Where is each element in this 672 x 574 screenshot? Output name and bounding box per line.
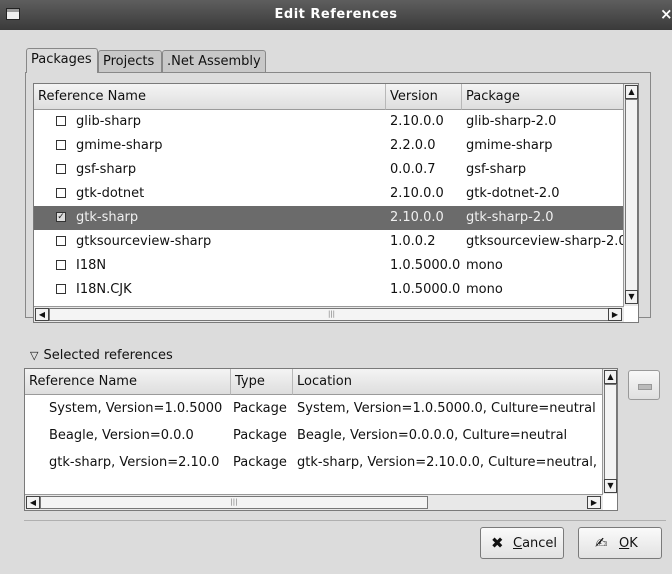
scroll-left-arrow-icon[interactable]: ◀: [26, 496, 40, 509]
package-name: I18N: [76, 258, 107, 273]
package-package: mono: [466, 258, 503, 273]
scroll-right-arrow-icon[interactable]: ▶: [608, 308, 622, 321]
package-package: gtk-sharp-2.0: [466, 210, 554, 225]
package-row[interactable]: gtk-dotnet 2.10.0.0 gtk-dotnet-2.0: [34, 182, 638, 206]
scroll-up-arrow-icon[interactable]: ▲: [604, 370, 617, 384]
tab-packages[interactable]: Packages: [26, 48, 98, 73]
checkbox-icon[interactable]: [56, 164, 66, 174]
package-version: 1.0.5000.0: [390, 258, 461, 273]
scroll-down-arrow-icon[interactable]: ▼: [625, 290, 638, 304]
reference-name: gtk-sharp, Version=2.10.0: [49, 455, 220, 470]
selected-horizontal-scrollbar[interactable]: ◀ ||| ▶: [25, 494, 603, 510]
cancel-button-label: Cancel: [513, 536, 558, 551]
packages-list: Reference Name Version Package glib-shar…: [33, 83, 639, 323]
checkbox-icon[interactable]: [56, 260, 66, 270]
expander-label: Selected references: [43, 348, 173, 363]
package-version: 2.10.0.0: [390, 114, 444, 129]
cancel-button[interactable]: ✖ Cancel: [480, 527, 564, 559]
package-version: 2.2.0.0: [390, 138, 436, 153]
package-row[interactable]: I18N.CJK 1.0.5000.0 mono: [34, 278, 638, 302]
package-row[interactable]: glib-sharp 2.10.0.0 glib-sharp-2.0: [34, 110, 638, 134]
package-package: gtk-dotnet-2.0: [466, 186, 560, 201]
package-package: gmime-sharp: [466, 138, 553, 153]
scroll-thumb[interactable]: [625, 99, 638, 291]
remove-icon: [638, 384, 652, 390]
ok-button[interactable]: ✍ OK: [578, 527, 662, 559]
package-name: gsf-sharp: [76, 162, 137, 177]
package-version: 0.0.0.7: [390, 162, 436, 177]
selected-reference-row[interactable]: System, Version=1.0.5000 Package System, V…: [25, 395, 603, 421]
package-package: gsf-sharp: [466, 162, 527, 177]
checkbox-icon[interactable]: [56, 116, 66, 126]
package-row[interactable]: gmime-sharp 2.2.0.0 gmime-sharp: [34, 134, 638, 158]
reference-location: Beagle, Version=0.0.0.0, Culture=neutral: [297, 428, 568, 443]
selected-reference-row[interactable]: gtk-sharp, Version=2.10.0 Package gtk-shar…: [25, 449, 603, 475]
column-header-reference-name[interactable]: Reference Name: [34, 84, 386, 110]
window-title: Edit References: [274, 7, 398, 22]
checkbox-icon[interactable]: [56, 140, 66, 150]
tab-projects[interactable]: Projects: [98, 50, 162, 72]
package-package: mono: [466, 282, 503, 297]
ok-button-label: OK: [619, 536, 638, 551]
reference-name: System, Version=1.0.5000: [49, 401, 223, 416]
button-area-divider: [24, 520, 666, 521]
expander-triangle-icon: ▽: [30, 349, 39, 362]
scroll-thumb[interactable]: [604, 384, 617, 480]
selected-references-list: Reference Name Type Location System, Ver…: [24, 368, 618, 511]
column-header-type[interactable]: Type: [231, 369, 293, 395]
title-bar: Edit References ×: [0, 0, 672, 30]
package-row[interactable]: gtksourceview-sharp 1.0.0.2 gtksourceview-…: [34, 230, 638, 254]
scroll-right-arrow-icon[interactable]: ▶: [587, 496, 601, 509]
package-row[interactable]: ✓ gtk-sharp 2.10.0.0 gtk-sharp-2.0: [34, 206, 638, 230]
packages-vertical-scrollbar[interactable]: ▲ ▼: [623, 84, 638, 306]
column-header-package[interactable]: Package: [462, 84, 624, 110]
scroll-down-arrow-icon[interactable]: ▼: [604, 479, 617, 493]
package-row[interactable]: I18N 1.0.5000.0 mono: [34, 254, 638, 278]
package-version: 2.10.0.0: [390, 210, 444, 225]
package-version: 1.0.5000.0: [390, 282, 461, 297]
column-header-location[interactable]: Location: [293, 369, 603, 395]
edit-references-dialog: Edit References × Packages Projects .Net…: [0, 0, 672, 574]
scroll-thumb[interactable]: |||: [40, 496, 428, 509]
scroll-left-arrow-icon[interactable]: ◀: [35, 308, 49, 321]
column-header-version[interactable]: Version: [386, 84, 462, 110]
selected-reference-row[interactable]: Beagle, Version=0.0.0 Package Beagle, Vers…: [25, 422, 603, 448]
package-name: gtk-dotnet: [76, 186, 145, 201]
package-package: gtksourceview-sharp-2.0: [466, 234, 627, 249]
package-name: gtksourceview-sharp: [76, 234, 212, 249]
packages-horizontal-scrollbar[interactable]: ◀ ||| ▶: [34, 306, 624, 322]
cancel-icon: ✖: [491, 534, 504, 552]
reference-type: Package: [233, 428, 287, 443]
close-icon[interactable]: ×: [660, 5, 672, 23]
package-name: I18N.CJK: [76, 282, 132, 297]
reference-name: Beagle, Version=0.0.0: [49, 428, 194, 443]
scroll-up-arrow-icon[interactable]: ▲: [625, 85, 638, 99]
checkbox-icon[interactable]: [56, 284, 66, 294]
selected-references-expander[interactable]: ▽ Selected references: [30, 348, 173, 363]
package-version: 2.10.0.0: [390, 186, 444, 201]
reference-location: gtk-sharp, Version=2.10.0.0, Culture=neu…: [297, 455, 597, 470]
package-name: gmime-sharp: [76, 138, 163, 153]
checkbox-icon[interactable]: [56, 236, 66, 246]
package-name: gtk-sharp: [76, 210, 139, 225]
remove-reference-button[interactable]: [628, 370, 660, 400]
reference-type: Package: [233, 401, 287, 416]
package-version: 1.0.0.2: [390, 234, 436, 249]
package-package: glib-sharp-2.0: [466, 114, 557, 129]
checkbox-icon[interactable]: ✓: [56, 212, 66, 222]
package-name: glib-sharp: [76, 114, 141, 129]
scroll-thumb[interactable]: |||: [49, 308, 614, 321]
reference-location: System, Version=1.0.5000.0, Culture=neut…: [297, 401, 596, 416]
column-header-reference-name[interactable]: Reference Name: [25, 369, 231, 395]
selected-vertical-scrollbar[interactable]: ▲ ▼: [602, 369, 617, 494]
checkbox-icon[interactable]: [56, 188, 66, 198]
ok-icon: ✍: [595, 534, 608, 552]
reference-type: Package: [233, 455, 287, 470]
tab-net-assembly[interactable]: .Net Assembly: [162, 50, 266, 72]
package-row[interactable]: gsf-sharp 0.0.0.7 gsf-sharp: [34, 158, 638, 182]
